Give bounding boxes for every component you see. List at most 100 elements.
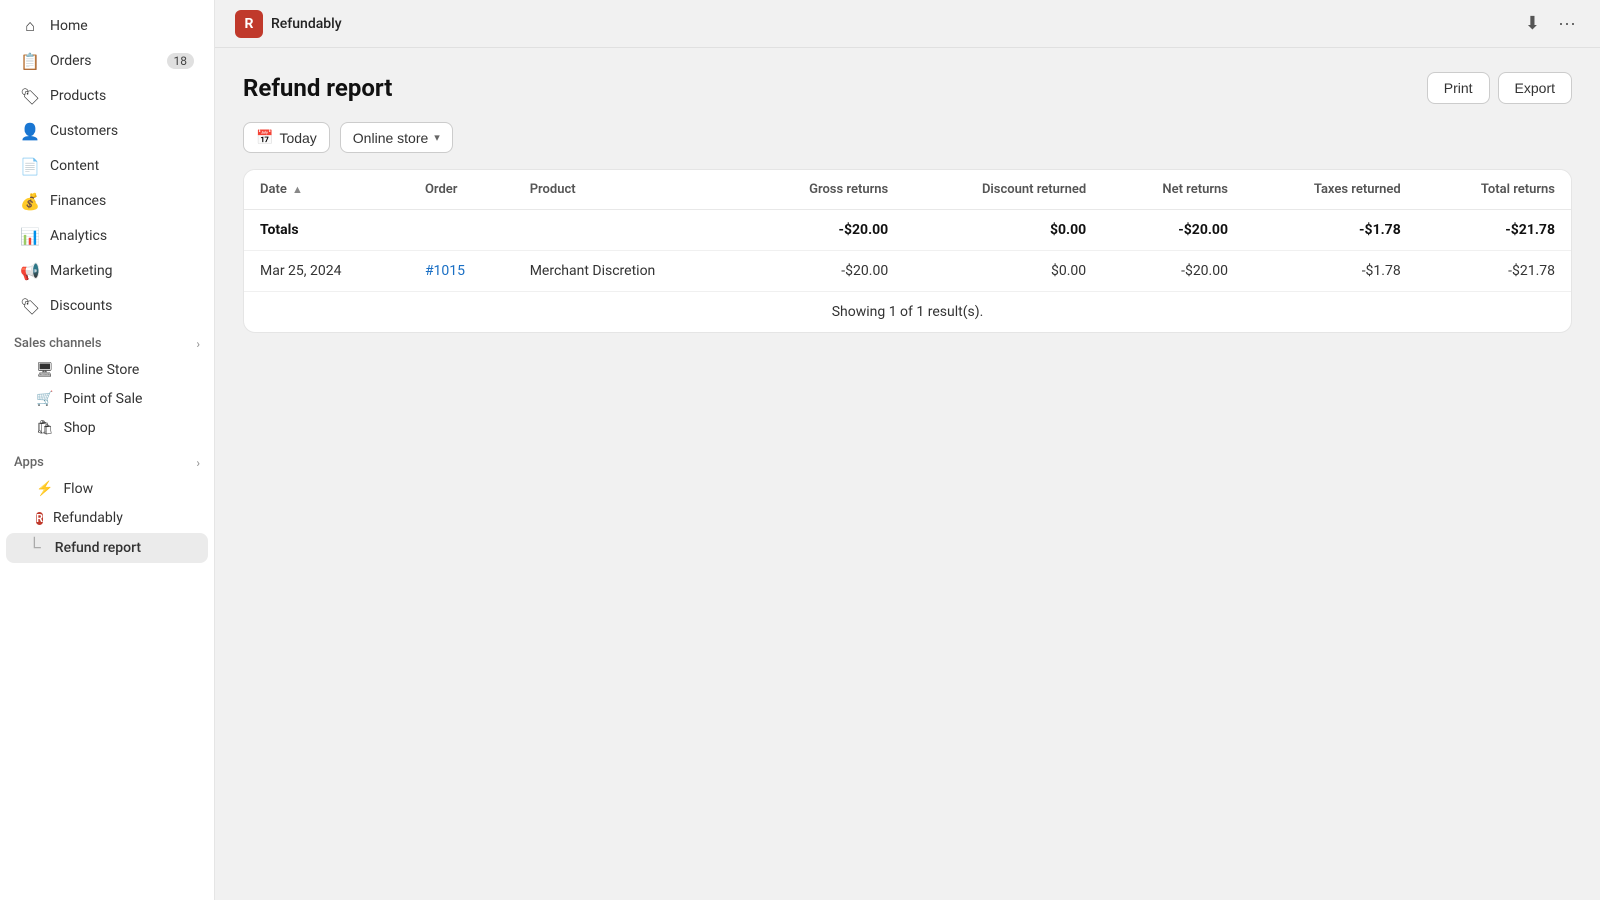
calendar-icon: 📅 [256,129,273,146]
sidebar-item-refundably[interactable]: R Refundably [6,504,208,532]
sidebar-item-shop[interactable]: 🛍 Shop [6,414,208,442]
row-discount-returned: $0.00 [904,251,1102,292]
refundably-icon: R [36,512,43,525]
app-name: R Refundably [235,10,342,38]
online-store-icon: 🖥 [36,362,54,378]
finances-icon: 💰 [20,191,40,211]
showing-text: Showing 1 of 1 result(s). [244,292,1571,333]
page-content: Refund report Print Export 📅 Today Onlin… [215,48,1600,900]
sidebar-item-label: Home [50,18,88,34]
topbar: R Refundably ⬇ ··· [215,0,1600,48]
col-discount-returned: Discount returned [904,170,1102,210]
filters: 📅 Today Online store ▾ [243,122,1572,153]
table-row: Mar 25, 2024 #1015 Merchant Discretion -… [244,251,1571,292]
export-button[interactable]: Export [1498,72,1572,104]
point-of-sale-icon: 🛒 [36,391,53,407]
row-date: Mar 25, 2024 [244,251,409,292]
sidebar-item-label: Finances [50,193,106,209]
sidebar-item-home[interactable]: ⌂ Home [6,9,208,43]
sidebar-item-content[interactable]: 📄 Content [6,149,208,183]
sidebar-item-customers[interactable]: 👤 Customers [6,114,208,148]
sidebar-item-label: Orders [50,53,92,69]
table-header: Date ▲ Order Product Gross returns Disco… [244,170,1571,210]
row-gross-returns: -$20.00 [743,251,904,292]
sidebar-item-flow[interactable]: ⚡ Flow [6,475,208,503]
more-button[interactable]: ··· [1554,9,1580,38]
products-icon: 🏷 [20,86,40,106]
sidebar-item-analytics[interactable]: 📊 Analytics [6,219,208,253]
report-table: Date ▲ Order Product Gross returns Disco… [244,170,1571,332]
sidebar-item-discounts[interactable]: 🏷 Discounts [6,289,208,323]
sidebar-item-label: Products [50,88,106,104]
sidebar-item-label: Content [50,158,99,174]
col-net-returns: Net returns [1102,170,1244,210]
row-product: Merchant Discretion [514,251,743,292]
sidebar-item-marketing[interactable]: 📢 Marketing [6,254,208,288]
totals-net-returns: -$20.00 [1102,210,1244,251]
sidebar-item-label: Flow [63,481,93,497]
row-taxes-returned: -$1.78 [1244,251,1417,292]
col-order: Order [409,170,514,210]
totals-discount-returned: $0.00 [904,210,1102,251]
sidebar-item-point-of-sale[interactable]: 🛒 Point of Sale [6,385,208,413]
flow-icon: ⚡ [36,481,53,497]
sales-channels-chevron[interactable]: › [196,337,200,351]
sidebar-item-label: Customers [50,123,118,139]
store-filter-label: Online store [353,130,428,146]
col-total-returns: Total returns [1417,170,1571,210]
table-body: Totals -$20.00 $0.00 -$20.00 -$1.78 -$21… [244,210,1571,333]
sidebar-item-finances[interactable]: 💰 Finances [6,184,208,218]
totals-gross-returns: -$20.00 [743,210,904,251]
showing-row: Showing 1 of 1 result(s). [244,292,1571,333]
apps-chevron[interactable]: › [196,456,200,470]
row-order: #1015 [409,251,514,292]
sidebar-item-label: Refundably [53,510,123,526]
download-button[interactable]: ⬇ [1521,9,1544,38]
date-filter-label: Today [279,130,316,146]
page-title: Refund report [243,74,392,102]
row-net-returns: -$20.00 [1102,251,1244,292]
totals-row: Totals -$20.00 $0.00 -$20.00 -$1.78 -$21… [244,210,1571,251]
apps-header: Apps › [0,443,214,474]
sidebar-item-label: Analytics [50,228,107,244]
sidebar-item-label: Online Store [64,362,140,378]
sidebar-item-label: Shop [64,420,96,436]
discounts-icon: 🏷 [20,296,40,316]
sort-icon: ▲ [292,183,303,196]
totals-taxes-returned: -$1.78 [1244,210,1417,251]
row-total-returns: -$21.78 [1417,251,1571,292]
sidebar-item-label: Point of Sale [63,391,142,407]
page-header: Refund report Print Export [243,72,1572,104]
store-filter-chevron: ▾ [434,131,440,144]
sidebar-item-label: Marketing [50,263,113,279]
report-table-container: Date ▲ Order Product Gross returns Disco… [243,169,1572,333]
sidebar: ⌂ Home 📋 Orders 18 🏷 Products 👤 Customers 📄 Conten… [0,0,215,900]
col-gross-returns: Gross returns [743,170,904,210]
print-button[interactable]: Print [1427,72,1490,104]
orders-icon: 📋 [20,51,40,71]
col-date[interactable]: Date ▲ [244,170,409,210]
col-taxes-returned: Taxes returned [1244,170,1417,210]
order-link[interactable]: #1015 [425,263,465,279]
date-filter[interactable]: 📅 Today [243,122,330,153]
totals-total-returns: -$21.78 [1417,210,1571,251]
home-icon: ⌂ [20,16,40,36]
sidebar-item-online-store[interactable]: 🖥 Online Store [6,356,208,384]
customers-icon: 👤 [20,121,40,141]
content-icon: 📄 [20,156,40,176]
topbar-actions: ⬇ ··· [1521,9,1580,38]
sidebar-item-label: Discounts [50,298,112,314]
badge-orders: 18 [167,53,195,69]
connector-icon: └ [28,539,41,557]
sidebar-item-products[interactable]: 🏷 Products [6,79,208,113]
app-icon: R [235,10,263,38]
shop-icon: 🛍 [36,420,54,436]
sidebar-item-refund-report[interactable]: └ Refund report [6,533,208,563]
sidebar-item-orders[interactable]: 📋 Orders 18 [6,44,208,78]
analytics-icon: 📊 [20,226,40,246]
sales-channels-header: Sales channels › [0,324,214,355]
store-filter[interactable]: Online store ▾ [340,122,453,153]
sidebar-leaf-label: Refund report [55,540,141,556]
marketing-icon: 📢 [20,261,40,281]
header-actions: Print Export [1427,72,1572,104]
